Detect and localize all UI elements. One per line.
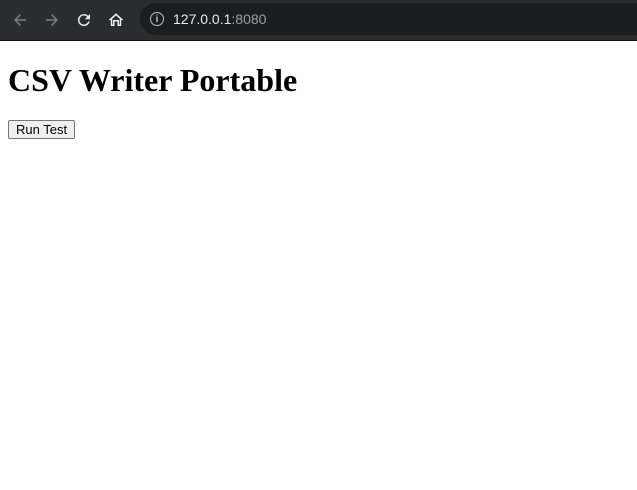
run-test-button[interactable]: Run Test — [8, 120, 76, 139]
home-icon — [108, 13, 124, 26]
forward-button[interactable] — [36, 4, 68, 36]
reload-button[interactable] — [68, 4, 100, 36]
forward-icon — [46, 14, 58, 26]
url-host: 127.0.0.1 — [173, 11, 232, 27]
back-icon — [14, 14, 26, 26]
info-icon[interactable]: i — [150, 12, 164, 26]
page-content: CSV Writer Portable Run Test — [0, 62, 637, 139]
url-port: :8080 — [231, 11, 267, 27]
home-button[interactable] — [100, 4, 132, 36]
page-title: CSV Writer Portable — [8, 62, 298, 98]
reload-icon — [77, 14, 90, 27]
address-bar[interactable]: i 127.0.0.1:8080 — [140, 3, 637, 35]
back-button[interactable] — [4, 4, 36, 36]
browser-toolbar: i 127.0.0.1:8080 — [0, 0, 637, 41]
